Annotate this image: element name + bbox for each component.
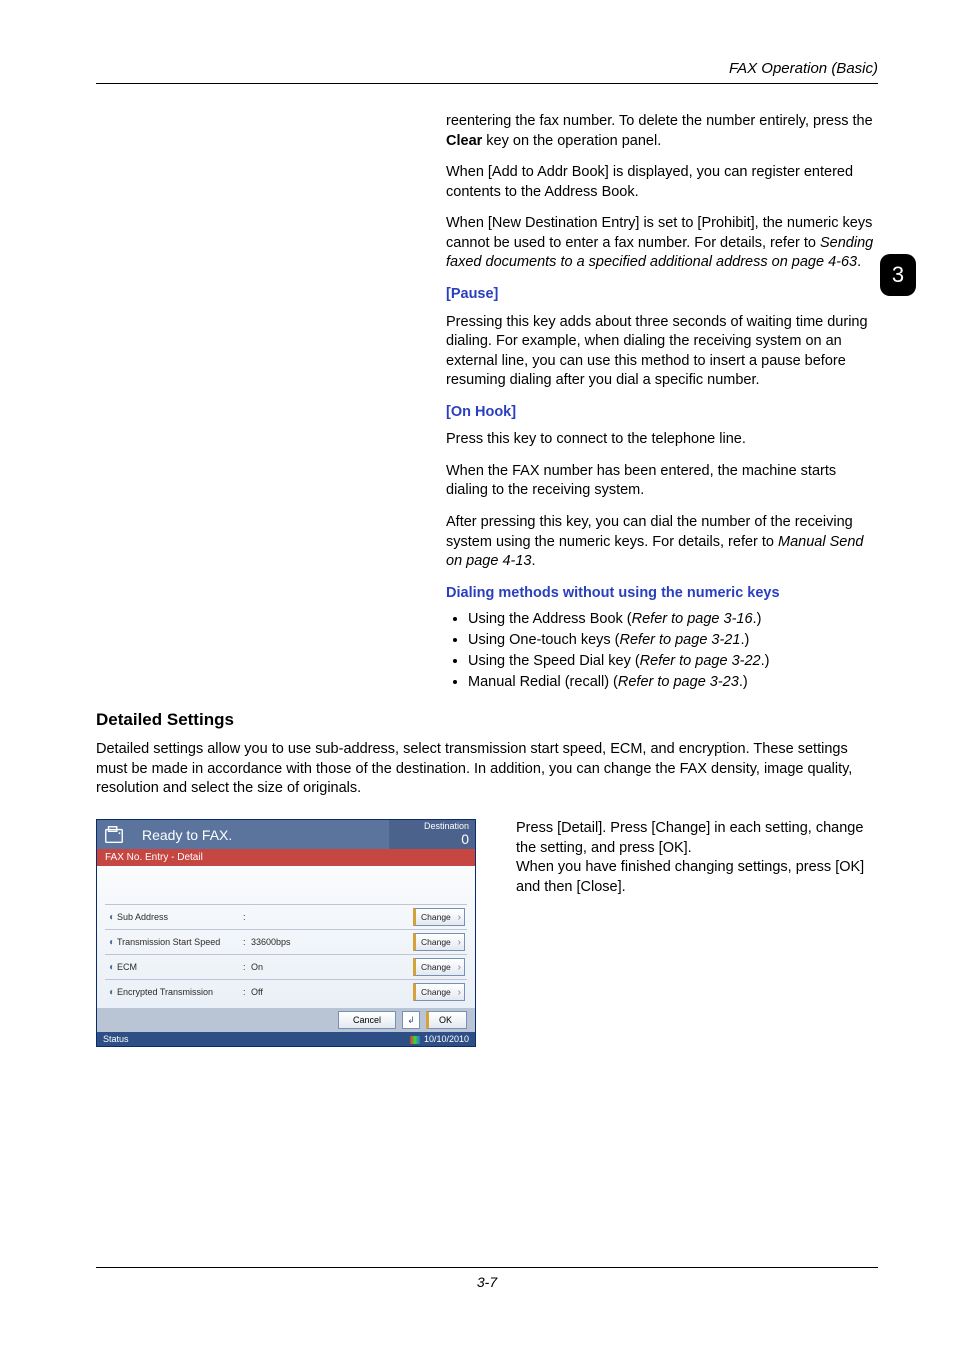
dest-count: 0 — [395, 832, 469, 847]
page-header: FAX Operation (Basic) — [96, 60, 878, 84]
row-value: 33600bps — [251, 937, 413, 947]
dialing-heading: Dialing methods without using the numeri… — [446, 584, 878, 604]
detailed-settings-title: Detailed Settings — [96, 710, 878, 730]
colon: : — [243, 937, 251, 947]
ok-button[interactable]: OK — [426, 1011, 467, 1029]
row-bullet-icon: ◐ — [107, 962, 117, 973]
cross-ref: Refer to page 3-23 — [618, 674, 739, 690]
status-date: 10/10/2010 — [424, 1034, 469, 1044]
row-value: Off — [251, 987, 413, 997]
text: reentering the fax number. To delete the… — [446, 113, 873, 129]
onhook-p1: Press this key to connect to the telepho… — [446, 430, 878, 450]
toner-icon — [410, 1036, 420, 1044]
enter-icon: ↲ — [402, 1011, 420, 1029]
settings-rows: ◐ Sub Address : Change › ◐ Transmission S… — [97, 866, 475, 1008]
pause-heading: [Pause] — [446, 285, 878, 305]
panel-button-bar: Cancel ↲ OK — [97, 1008, 475, 1032]
colon: : — [243, 987, 251, 997]
colon: : — [243, 962, 251, 972]
panel-subtitle: FAX No. Entry - Detail — [97, 849, 475, 866]
panel-title: Ready to FAX. — [132, 820, 389, 849]
setting-row: ◐ Sub Address : Change › — [105, 904, 467, 929]
page-footer: 3-7 — [96, 1267, 878, 1290]
text: . — [531, 553, 535, 569]
intro-p1: reentering the fax number. To delete the… — [446, 112, 878, 151]
instr-line2: When you have finished changing settings… — [516, 859, 864, 895]
instr-line1: Press [Detail]. Press [Change] in each s… — [516, 820, 863, 856]
text: Manual Redial (recall) ( — [468, 674, 618, 690]
panel-and-instructions: Ready to FAX. Destination 0 FAX No. Entr… — [96, 819, 878, 1047]
chapter-tab: 3 — [880, 254, 916, 296]
row-label: ECM — [117, 962, 243, 972]
setting-row: ◐ Encrypted Transmission : Off Change › — [105, 979, 467, 1004]
onhook-heading: [On Hook] — [446, 403, 878, 423]
pause-body: Pressing this key adds about three secon… — [446, 313, 878, 391]
text: .) — [753, 611, 762, 627]
page-number: 3-7 — [477, 1274, 497, 1290]
change-button[interactable]: Change › — [413, 983, 465, 1001]
bold-key: Clear — [446, 133, 482, 149]
page: FAX Operation (Basic) 3 reentering the f… — [0, 0, 954, 1350]
text: key on the operation panel. — [482, 133, 661, 149]
intro-p2: When [Add to Addr Book] is displayed, yo… — [446, 163, 878, 202]
panel-status-bar: Status 10/10/2010 — [97, 1032, 475, 1046]
chevron-right-icon: › — [458, 962, 461, 973]
list-item: Using One-touch keys (Refer to page 3-21… — [468, 632, 878, 648]
list-item: Using the Speed Dial key (Refer to page … — [468, 653, 878, 669]
status-label[interactable]: Status — [103, 1034, 129, 1044]
right-column: reentering the fax number. To delete the… — [446, 112, 878, 603]
row-bullet-icon: ◐ — [107, 912, 117, 923]
change-label: Change — [421, 962, 451, 972]
row-bullet-icon: ◐ — [107, 937, 117, 948]
text: .) — [739, 674, 748, 690]
change-button[interactable]: Change › — [413, 958, 465, 976]
row-label: Transmission Start Speed — [117, 937, 243, 947]
status-right: 10/10/2010 — [410, 1034, 469, 1044]
panel-titlebar: Ready to FAX. Destination 0 — [97, 820, 475, 849]
chevron-right-icon: › — [458, 912, 461, 923]
fax-machine-icon — [103, 824, 125, 846]
text: . — [857, 254, 861, 270]
text: Using One-touch keys ( — [468, 632, 620, 648]
row-bullet-icon: ◐ — [107, 987, 117, 998]
text: .) — [740, 632, 749, 648]
onhook-p3: After pressing this key, you can dial th… — [446, 513, 878, 572]
setting-row: ◐ ECM : On Change › — [105, 954, 467, 979]
cancel-button[interactable]: Cancel — [338, 1011, 396, 1029]
dest-label: Destination — [424, 821, 469, 831]
chevron-right-icon: › — [458, 937, 461, 948]
intro-p3: When [New Destination Entry] is set to [… — [446, 214, 878, 273]
dialing-list: Using the Address Book (Refer to page 3-… — [446, 611, 878, 690]
row-label: Encrypted Transmission — [117, 987, 243, 997]
destination-counter: Destination 0 — [389, 820, 475, 849]
chapter-number: 3 — [892, 262, 904, 288]
change-button[interactable]: Change › — [413, 933, 465, 951]
text: When [New Destination Entry] is set to [… — [446, 215, 872, 251]
colon: : — [243, 912, 251, 922]
cross-ref: Refer to page 3-22 — [640, 653, 761, 669]
detailed-settings-body: Detailed settings allow you to use sub-a… — [96, 740, 878, 799]
text: Using the Speed Dial key ( — [468, 653, 640, 669]
text: Using the Address Book ( — [468, 611, 632, 627]
header-title: FAX Operation (Basic) — [729, 60, 878, 77]
cross-ref: Refer to page 3-16 — [632, 611, 753, 627]
change-label: Change — [421, 987, 451, 997]
row-label: Sub Address — [117, 912, 243, 922]
fax-icon — [97, 820, 132, 849]
list-item: Manual Redial (recall) (Refer to page 3-… — [468, 674, 878, 690]
instructions: Press [Detail]. Press [Change] in each s… — [516, 819, 878, 897]
onhook-p2: When the FAX number has been entered, th… — [446, 462, 878, 501]
list-item: Using the Address Book (Refer to page 3-… — [468, 611, 878, 627]
setting-row: ◐ Transmission Start Speed : 33600bps Ch… — [105, 929, 467, 954]
change-label: Change — [421, 912, 451, 922]
change-button[interactable]: Change › — [413, 908, 465, 926]
change-label: Change — [421, 937, 451, 947]
cross-ref: Refer to page 3-21 — [620, 632, 741, 648]
text: .) — [761, 653, 770, 669]
row-value: On — [251, 962, 413, 972]
chevron-right-icon: › — [458, 987, 461, 998]
fax-panel: Ready to FAX. Destination 0 FAX No. Entr… — [96, 819, 476, 1047]
